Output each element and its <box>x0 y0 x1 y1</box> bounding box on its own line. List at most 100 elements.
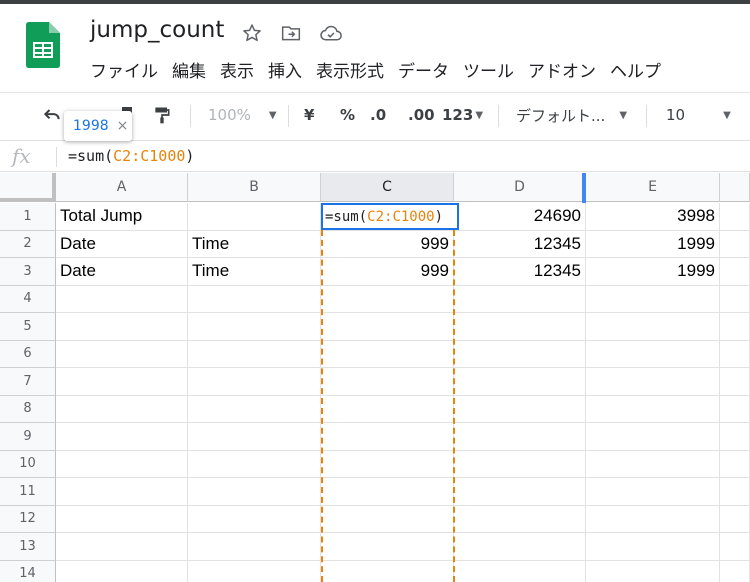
menu-help[interactable]: ヘルプ <box>610 57 661 83</box>
cell-d10[interactable] <box>454 450 586 478</box>
cell-b7[interactable] <box>188 368 321 396</box>
paint-format-icon[interactable] <box>152 103 172 127</box>
row-header-13[interactable]: 13 <box>0 533 56 561</box>
cell-e12[interactable] <box>586 505 720 533</box>
cell-b4[interactable] <box>188 285 321 313</box>
cell-b11[interactable] <box>188 478 321 506</box>
cell-e14[interactable] <box>586 560 720 582</box>
column-resize-handle[interactable] <box>582 173 586 203</box>
star-icon[interactable] <box>241 22 263 44</box>
cell-b3[interactable]: Time <box>188 258 321 286</box>
menu-format[interactable]: 表示形式 <box>316 57 384 83</box>
undo-icon[interactable] <box>42 103 62 127</box>
font-size-select[interactable]: 10 ▼ <box>666 103 731 127</box>
cell-d3[interactable]: 12345 <box>454 258 586 286</box>
cell-a10[interactable] <box>56 450 188 478</box>
cell-e4[interactable] <box>586 285 720 313</box>
cell-e8[interactable] <box>586 395 720 423</box>
cell-a2[interactable]: Date <box>56 230 188 258</box>
move-folder-icon[interactable] <box>280 22 302 44</box>
cell-f1[interactable] <box>720 203 750 231</box>
cloud-saved-icon[interactable] <box>320 22 342 44</box>
cell-e1[interactable]: 3998 <box>586 203 720 231</box>
cell-a11[interactable] <box>56 478 188 506</box>
cell-b10[interactable] <box>188 450 321 478</box>
cell-f13[interactable] <box>720 533 750 561</box>
row-header-10[interactable]: 10 <box>0 450 56 478</box>
cell-d2[interactable]: 12345 <box>454 230 586 258</box>
currency-format-button[interactable]: ¥ <box>304 103 314 127</box>
menu-view[interactable]: 表示 <box>220 57 254 83</box>
cell-f9[interactable] <box>720 423 750 451</box>
cell-d6[interactable] <box>454 340 586 368</box>
cell-a3[interactable]: Date <box>56 258 188 286</box>
cell-b14[interactable] <box>188 560 321 582</box>
cell-b1[interactable] <box>188 203 321 231</box>
cell-f11[interactable] <box>720 478 750 506</box>
menu-edit[interactable]: 編集 <box>172 57 206 83</box>
cell-a5[interactable] <box>56 313 188 341</box>
cell-b2[interactable]: Time <box>188 230 321 258</box>
cell-d13[interactable] <box>454 533 586 561</box>
menu-addons[interactable]: アドオン <box>528 57 596 83</box>
close-icon[interactable]: × <box>117 118 129 134</box>
cell-f8[interactable] <box>720 395 750 423</box>
cell-e7[interactable] <box>586 368 720 396</box>
cell-a9[interactable] <box>56 423 188 451</box>
document-title[interactable]: jump_count <box>90 17 224 43</box>
row-header-8[interactable]: 8 <box>0 395 56 423</box>
cell-e11[interactable] <box>586 478 720 506</box>
row-header-2[interactable]: 2 <box>0 230 56 258</box>
cell-d14[interactable] <box>454 560 586 582</box>
cell-f3[interactable] <box>720 258 750 286</box>
menu-insert[interactable]: 挿入 <box>268 57 302 83</box>
column-header-f[interactable] <box>720 173 750 202</box>
menu-tools[interactable]: ツール <box>463 57 514 83</box>
cell-f4[interactable] <box>720 285 750 313</box>
cell-e3[interactable]: 1999 <box>586 258 720 286</box>
cell-a6[interactable] <box>56 340 188 368</box>
cell-e9[interactable] <box>586 423 720 451</box>
cell-d4[interactable] <box>454 285 586 313</box>
row-header-12[interactable]: 12 <box>0 505 56 533</box>
cell-f5[interactable] <box>720 313 750 341</box>
select-all-corner[interactable] <box>0 173 56 202</box>
cell-a14[interactable] <box>56 560 188 582</box>
menu-data[interactable]: データ <box>398 57 449 83</box>
column-header-e[interactable]: E <box>586 173 720 202</box>
cell-f2[interactable] <box>720 230 750 258</box>
cell-f14[interactable] <box>720 560 750 582</box>
decrease-decimal-button[interactable]: .0 <box>370 103 386 127</box>
cell-a4[interactable] <box>56 285 188 313</box>
column-header-a[interactable]: A <box>56 173 188 202</box>
column-header-d[interactable]: D <box>454 173 586 202</box>
cell-f6[interactable] <box>720 340 750 368</box>
cell-d12[interactable] <box>454 505 586 533</box>
cell-editor-c1[interactable]: =sum(C2:C1000) <box>321 203 459 230</box>
cell-d8[interactable] <box>454 395 586 423</box>
cell-d1[interactable]: 24690 <box>454 203 586 231</box>
cell-a1[interactable]: Total Jump <box>56 203 188 231</box>
formula-input[interactable]: =sum(C2:C1000) <box>68 147 194 165</box>
row-header-11[interactable]: 11 <box>0 478 56 506</box>
cell-b12[interactable] <box>188 505 321 533</box>
cell-b5[interactable] <box>188 313 321 341</box>
row-header-6[interactable]: 6 <box>0 340 56 368</box>
cell-d11[interactable] <box>454 478 586 506</box>
cell-d9[interactable] <box>454 423 586 451</box>
cell-b13[interactable] <box>188 533 321 561</box>
cell-f7[interactable] <box>720 368 750 396</box>
cell-b8[interactable] <box>188 395 321 423</box>
cell-e2[interactable]: 1999 <box>586 230 720 258</box>
row-header-14[interactable]: 14 <box>0 560 56 582</box>
cell-a8[interactable] <box>56 395 188 423</box>
sheets-logo-icon[interactable] <box>26 22 60 68</box>
font-select[interactable]: デフォルト... ▼ <box>516 103 627 127</box>
cell-e10[interactable] <box>586 450 720 478</box>
percent-format-button[interactable]: % <box>340 103 355 127</box>
row-header-1[interactable]: 1 <box>0 203 56 231</box>
column-header-b[interactable]: B <box>188 173 321 202</box>
cell-a13[interactable] <box>56 533 188 561</box>
more-formats-button[interactable]: 123 ▼ <box>442 103 483 127</box>
cell-e6[interactable] <box>586 340 720 368</box>
